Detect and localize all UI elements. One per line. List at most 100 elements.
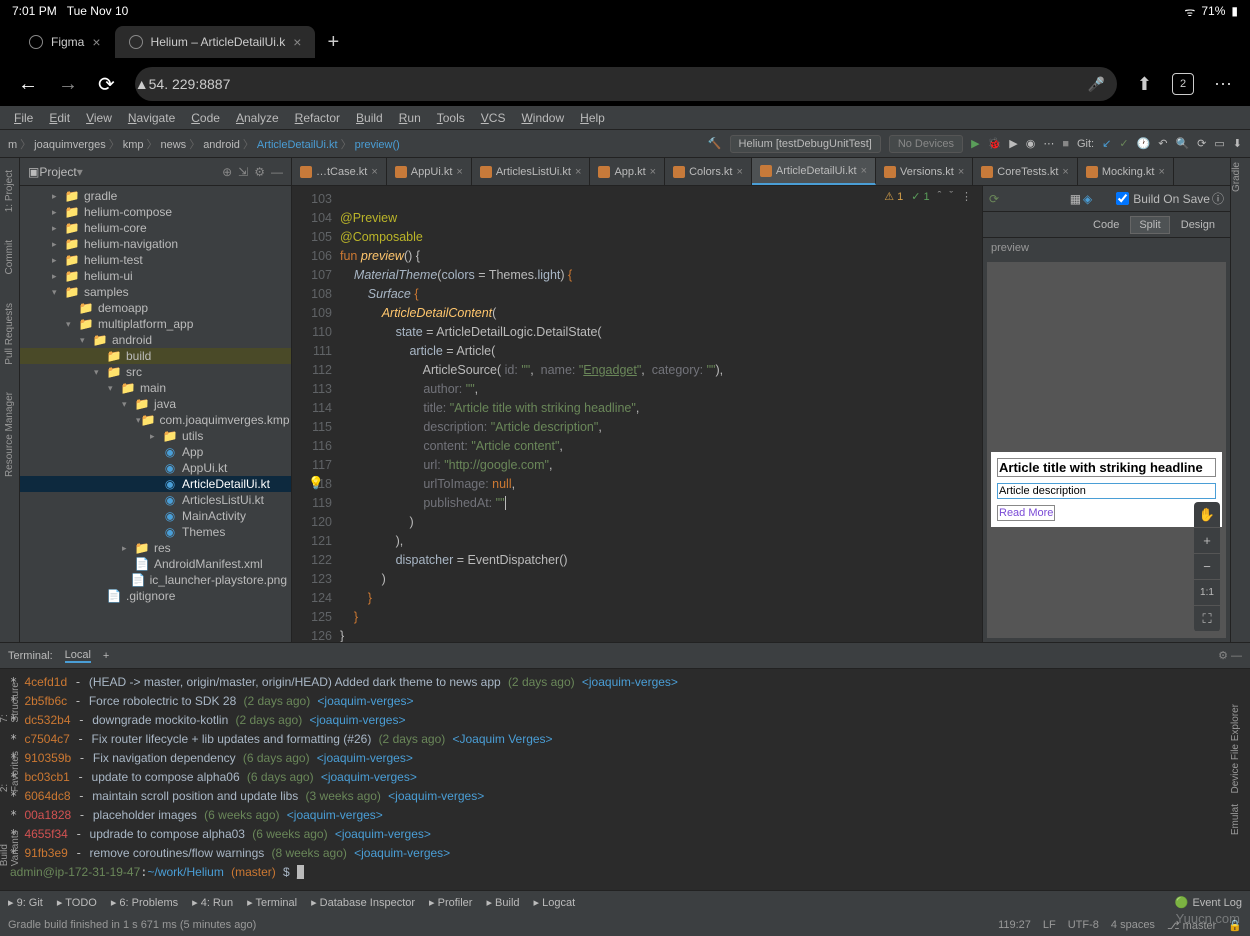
tree-item[interactable]: 📄AndroidManifest.xml	[20, 556, 291, 572]
bottom-tool-terminal[interactable]: ▸ Terminal	[247, 896, 297, 909]
menu-refactor[interactable]: Refactor	[289, 109, 346, 127]
zoom-in-button[interactable]: +	[1194, 528, 1220, 554]
bottom-tool-todo[interactable]: ▸ TODO	[57, 896, 97, 909]
bottom-tool-logcat[interactable]: ▸ Logcat	[534, 896, 576, 909]
refresh-icon[interactable]: ⟳	[989, 192, 999, 206]
menu-file[interactable]: File	[8, 109, 39, 127]
sdk-icon[interactable]: ⬇	[1233, 137, 1242, 150]
terminal-tab-local[interactable]: Local	[65, 649, 91, 663]
hide-icon[interactable]: —	[271, 165, 283, 179]
debug-icon[interactable]: 🐞	[988, 137, 1002, 150]
caret-position[interactable]: 119:27	[998, 919, 1031, 932]
file-encoding[interactable]: UTF-8	[1068, 919, 1099, 932]
tree-item[interactable]: ◉AppUi.kt	[20, 460, 291, 476]
run-icon[interactable]: ▶	[971, 137, 979, 150]
editor-tab[interactable]: …tCase.kt×	[292, 158, 387, 185]
editor-tab[interactable]: App.kt×	[590, 158, 665, 185]
stop-icon[interactable]: ■	[1062, 138, 1069, 150]
run-config-combo[interactable]: Helium [testDebugUnitTest]	[730, 135, 881, 153]
indent-info[interactable]: 4 spaces	[1111, 919, 1155, 932]
mic-icon[interactable]: 🎤	[1087, 76, 1104, 93]
intention-bulb-icon[interactable]: 💡	[308, 476, 324, 491]
tree-item[interactable]: ▸📁helium-core	[20, 220, 291, 236]
git-update-icon[interactable]: ↙	[1102, 137, 1111, 150]
browser-tab-figma[interactable]: Figma ×	[15, 26, 115, 58]
event-log-button[interactable]: 🟢 Event Log	[1175, 896, 1242, 909]
menu-view[interactable]: View	[80, 109, 118, 127]
close-icon[interactable]: ×	[861, 165, 867, 177]
project-view-combo[interactable]: ▣	[28, 165, 39, 179]
git-commit-icon[interactable]: ✓	[1119, 137, 1128, 150]
git-history-icon[interactable]: 🕐	[1137, 137, 1151, 150]
layers-icon[interactable]: ◈	[1083, 192, 1092, 206]
close-icon[interactable]: ×	[456, 166, 462, 178]
resource-mgr-tab[interactable]: Resource Manager	[4, 388, 15, 481]
tree-item[interactable]: ▸📁helium-navigation	[20, 236, 291, 252]
bottom-tool-databaseinspector[interactable]: ▸ Database Inspector	[311, 896, 415, 909]
tree-item[interactable]: 📄.gitignore	[20, 588, 291, 604]
zoom-out-button[interactable]: −	[1194, 554, 1220, 580]
emulator-tab[interactable]: Emulat	[1230, 800, 1241, 839]
menu-edit[interactable]: Edit	[43, 109, 76, 127]
collapse-icon[interactable]: ⇲	[238, 165, 248, 179]
project-tool-tab[interactable]: 1: Project	[4, 166, 15, 216]
settings-icon[interactable]: ⚙	[254, 165, 265, 179]
reload-button[interactable]: ⟳	[98, 72, 115, 97]
close-icon[interactable]: ×	[575, 166, 581, 178]
view-design-button[interactable]: Design	[1172, 216, 1224, 234]
bottom-tool-run[interactable]: ▸ 4: Run	[192, 896, 233, 909]
favorites-tab[interactable]: 2: Favorites	[0, 747, 21, 796]
build-on-save-checkbox[interactable]: Build On Save	[1116, 192, 1210, 206]
tree-item[interactable]: ◉App	[20, 444, 291, 460]
inspection-indicators[interactable]: ⚠ 1 ✓ 1 ˆˇ⋮	[884, 190, 972, 203]
menu-vcs[interactable]: VCS	[475, 109, 512, 127]
terminal-settings-icon[interactable]: ⚙ —	[1218, 649, 1242, 662]
code-content[interactable]: @Preview @Composable fun preview() { Mat…	[340, 186, 982, 642]
device-explorer-tab[interactable]: Device File Explorer	[1230, 700, 1241, 797]
git-rollback-icon[interactable]: ↶	[1158, 137, 1167, 150]
close-icon[interactable]: ×	[293, 34, 301, 50]
forward-button[interactable]: →	[58, 73, 78, 96]
editor-tab[interactable]: AppUi.kt×	[387, 158, 472, 185]
coverage-icon[interactable]: ▶	[1009, 137, 1017, 150]
close-icon[interactable]: ×	[1158, 166, 1164, 178]
menu-code[interactable]: Code	[185, 109, 226, 127]
code-editor[interactable]: ⚠ 1 ✓ 1 ˆˇ⋮ 1031041051061071081091101111…	[292, 186, 982, 642]
profiler-icon[interactable]: ◉	[1026, 137, 1036, 150]
tree-item[interactable]: 📄ic_launcher-playstore.png	[20, 572, 291, 588]
editor-tab[interactable]: Colors.kt×	[665, 158, 752, 185]
tree-item[interactable]: ◉ArticleDetailUi.kt	[20, 476, 291, 492]
tree-item[interactable]: ▸📁gradle	[20, 188, 291, 204]
editor-tab[interactable]: ArticleDetailUi.kt×	[752, 158, 876, 185]
menu-analyze[interactable]: Analyze	[230, 109, 285, 127]
url-bar[interactable]: ▲ 54. 229:8887 🎤	[135, 67, 1117, 101]
structure-tab[interactable]: 7: Structure	[0, 678, 21, 727]
tab-count-button[interactable]: 2	[1172, 73, 1194, 95]
bottom-tool-build[interactable]: ▸ Build	[486, 896, 519, 909]
tree-item[interactable]: ▸📁helium-ui	[20, 268, 291, 284]
tree-item[interactable]: 📁build	[20, 348, 291, 364]
attach-icon[interactable]: ⋯	[1043, 137, 1054, 150]
menu-run[interactable]: Run	[393, 109, 427, 127]
tree-item[interactable]: ◉Themes	[20, 524, 291, 540]
browser-tab-helium[interactable]: Helium – ArticleDetailUi.k ×	[115, 26, 316, 58]
close-icon[interactable]: ×	[650, 166, 656, 178]
tree-item[interactable]: ▾📁multiplatform_app	[20, 316, 291, 332]
preview-canvas[interactable]: Article title with striking headline Art…	[987, 262, 1226, 638]
commit-tool-tab[interactable]: Commit	[4, 236, 15, 278]
tree-item[interactable]: ▸📁helium-test	[20, 252, 291, 268]
new-terminal-button[interactable]: +	[103, 650, 109, 662]
close-icon[interactable]: ×	[736, 166, 742, 178]
editor-tab[interactable]: Mocking.kt×	[1078, 158, 1174, 185]
tree-item[interactable]: ▾📁android	[20, 332, 291, 348]
view-code-button[interactable]: Code	[1084, 216, 1128, 234]
locate-icon[interactable]: ⊕	[222, 165, 232, 179]
bottom-tool-git[interactable]: ▸ 9: Git	[8, 896, 43, 909]
gradle-tool-tab[interactable]: Gradle	[1231, 158, 1242, 200]
tree-item[interactable]: ▸📁helium-compose	[20, 204, 291, 220]
zoom-reset-button[interactable]: 1:1	[1194, 580, 1220, 606]
close-icon[interactable]: ×	[958, 166, 964, 178]
menu-window[interactable]: Window	[515, 109, 570, 127]
tree-item[interactable]: ◉MainActivity	[20, 508, 291, 524]
avd-icon[interactable]: ▭	[1214, 137, 1224, 150]
